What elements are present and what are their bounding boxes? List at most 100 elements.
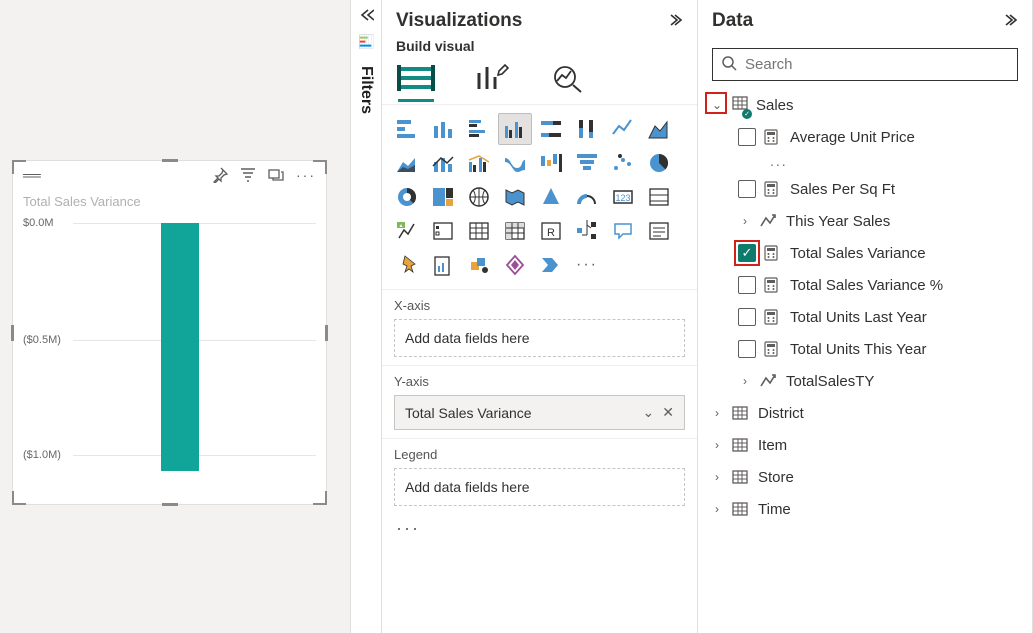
donut-chart-icon[interactable] bbox=[390, 181, 424, 213]
clustered-bar-icon[interactable] bbox=[462, 113, 496, 145]
resize-handle-br[interactable] bbox=[313, 491, 327, 505]
chevron-right-icon[interactable]: › bbox=[738, 214, 752, 228]
bar-total-sales-variance[interactable] bbox=[161, 223, 199, 471]
field-this-year-sales[interactable]: ›This Year Sales bbox=[710, 205, 1020, 237]
field-checkbox[interactable] bbox=[738, 276, 756, 294]
resize-handle-b[interactable] bbox=[162, 503, 178, 506]
table-item[interactable]: › Item bbox=[710, 429, 1020, 461]
chevron-right-icon[interactable]: › bbox=[710, 502, 724, 516]
expand-filters-icon[interactable] bbox=[358, 8, 374, 24]
table-time[interactable]: ›Time bbox=[710, 493, 1020, 525]
field-total-units-this-year[interactable]: Total Units This Year bbox=[710, 333, 1020, 365]
legend-dropzone[interactable]: Add data fields here bbox=[394, 468, 685, 506]
area-chart-icon[interactable] bbox=[642, 113, 676, 145]
ribbon-chart-icon[interactable] bbox=[498, 147, 532, 179]
calculator-icon bbox=[764, 341, 782, 357]
field-total-sales-variance[interactable]: ✓Total Sales Variance bbox=[710, 237, 1020, 269]
smart-narrative-icon[interactable] bbox=[642, 215, 676, 247]
xaxis-dropzone[interactable]: Add data fields here bbox=[394, 319, 685, 357]
field-checkbox[interactable] bbox=[738, 308, 756, 326]
chevron-right-icon[interactable]: › bbox=[710, 470, 724, 484]
stacked-column-icon[interactable] bbox=[426, 113, 460, 145]
data-panel-title: Data bbox=[712, 10, 753, 32]
map-icon[interactable] bbox=[462, 181, 496, 213]
hundred-stacked-bar-icon[interactable] bbox=[534, 113, 568, 145]
field-checkbox[interactable]: ✓ bbox=[738, 244, 756, 262]
collapse-data-icon[interactable] bbox=[1004, 13, 1018, 29]
format-visual-tab[interactable] bbox=[472, 60, 512, 96]
report-canvas[interactable]: ══ ··· Total Sales Variance $0.0M ($0.5M… bbox=[0, 0, 350, 633]
scatter-icon[interactable] bbox=[606, 147, 640, 179]
pie-chart-icon[interactable] bbox=[642, 147, 676, 179]
resize-handle-bl[interactable] bbox=[12, 491, 26, 505]
card-icon[interactable]: 123 bbox=[606, 181, 640, 213]
multi-row-card-icon[interactable] bbox=[642, 181, 676, 213]
xaxis-field-well: X-axis Add data fields here bbox=[382, 289, 697, 365]
clustered-column-icon[interactable] bbox=[498, 113, 532, 145]
field-total-sales-variance-[interactable]: Total Sales Variance % bbox=[710, 269, 1020, 301]
decomposition-tree-icon[interactable] bbox=[570, 215, 604, 247]
line-stacked-column-icon[interactable] bbox=[426, 147, 460, 179]
field-checkbox[interactable] bbox=[738, 180, 756, 198]
table-store[interactable]: ›Store bbox=[710, 461, 1020, 493]
power-automate-icon[interactable] bbox=[534, 249, 568, 281]
stacked-bar-icon[interactable] bbox=[390, 113, 424, 145]
chevron-down-icon[interactable]: ⌄ bbox=[710, 98, 724, 112]
line-chart-icon[interactable] bbox=[606, 113, 640, 145]
power-apps-icon[interactable] bbox=[498, 249, 532, 281]
field-checkbox[interactable] bbox=[738, 128, 756, 146]
key-influencers-icon[interactable] bbox=[462, 249, 496, 281]
filled-map-icon[interactable] bbox=[498, 181, 532, 213]
analytics-tab[interactable] bbox=[548, 60, 588, 96]
py-visual-icon[interactable] bbox=[426, 249, 460, 281]
qna-icon[interactable] bbox=[606, 215, 640, 247]
chevron-right-icon[interactable]: › bbox=[738, 374, 752, 388]
filters-icon[interactable]: 📊 bbox=[358, 34, 374, 50]
field-totalsalesty[interactable]: ›TotalSalesTY bbox=[710, 365, 1020, 397]
chevron-right-icon[interactable]: › bbox=[710, 406, 724, 420]
slicer-icon[interactable] bbox=[426, 215, 460, 247]
remove-field-icon[interactable]: ✕ bbox=[662, 404, 674, 421]
get-more-visuals-icon[interactable]: ··· bbox=[570, 249, 604, 281]
treemap-icon[interactable] bbox=[426, 181, 460, 213]
yaxis-chip[interactable]: Total Sales Variance ⌄ ✕ bbox=[394, 395, 685, 430]
resize-handle-tr[interactable] bbox=[313, 160, 327, 174]
filters-pane-label[interactable]: Filters bbox=[357, 60, 375, 114]
search-fields[interactable] bbox=[712, 48, 1018, 81]
field-checkbox[interactable] bbox=[738, 340, 756, 358]
funnel-icon[interactable] bbox=[570, 147, 604, 179]
focus-mode-icon[interactable] bbox=[268, 167, 284, 186]
table-sales[interactable]: ⌄✓Sales bbox=[710, 89, 1020, 121]
table-district[interactable]: ›District bbox=[710, 397, 1020, 429]
waterfall-icon[interactable] bbox=[534, 147, 568, 179]
azure-map-icon[interactable] bbox=[534, 181, 568, 213]
collapse-viz-icon[interactable] bbox=[669, 13, 683, 29]
bar-chart[interactable]: $0.0M ($0.5M) ($1.0M) bbox=[13, 215, 326, 485]
field-average-unit-price[interactable]: Average Unit Price bbox=[710, 121, 1020, 153]
paginated-report-icon[interactable] bbox=[390, 249, 424, 281]
search-icon bbox=[721, 55, 737, 74]
kpi-icon[interactable]: ▲ bbox=[390, 215, 424, 247]
xaxis-label: X-axis bbox=[394, 298, 685, 313]
line-clustered-column-icon[interactable] bbox=[462, 147, 496, 179]
matrix-icon[interactable] bbox=[498, 215, 532, 247]
hundred-stacked-column-icon[interactable] bbox=[570, 113, 604, 145]
filter-icon[interactable] bbox=[240, 167, 256, 186]
pin-icon[interactable] bbox=[212, 167, 228, 186]
stacked-area-icon[interactable] bbox=[390, 147, 424, 179]
table-icon[interactable] bbox=[462, 215, 496, 247]
search-input[interactable] bbox=[745, 56, 1009, 73]
gauge-icon[interactable] bbox=[570, 181, 604, 213]
field-total-units-last-year[interactable]: Total Units Last Year bbox=[710, 301, 1020, 333]
table-label: Item bbox=[758, 437, 787, 454]
build-visual-tab[interactable] bbox=[396, 60, 436, 96]
field-sales-per-sq-ft[interactable]: Sales Per Sq Ft bbox=[710, 173, 1020, 205]
chevron-down-icon[interactable]: ⌄ bbox=[643, 404, 655, 421]
chevron-right-icon[interactable]: › bbox=[710, 438, 724, 452]
more-field-wells-icon[interactable]: ··· bbox=[382, 514, 697, 543]
calculator-icon bbox=[764, 277, 782, 293]
resize-handle-tl[interactable] bbox=[12, 160, 26, 174]
selected-visual[interactable]: ══ ··· Total Sales Variance $0.0M ($0.5M… bbox=[12, 160, 327, 505]
resize-handle-t[interactable] bbox=[162, 159, 178, 162]
r-visual-icon[interactable]: R bbox=[534, 215, 568, 247]
